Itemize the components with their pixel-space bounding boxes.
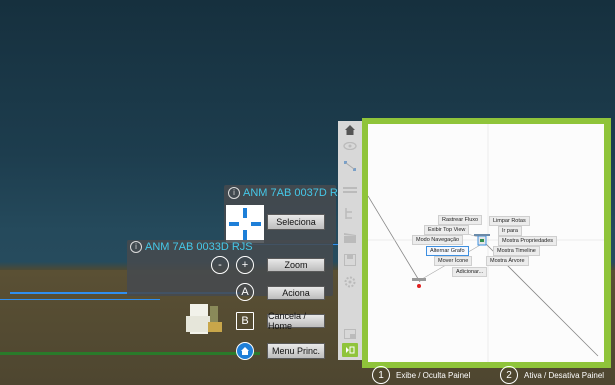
a-key-icon[interactable]: A [236, 283, 254, 301]
menu-item[interactable]: Ir para [498, 226, 522, 236]
list-icon[interactable] [342, 183, 358, 197]
toggle-panel-text: Exibe / Oculta Painel [396, 370, 471, 380]
zoom-label[interactable]: Zoom [267, 258, 325, 272]
activate-panel-text: Ativa / Desativa Painel [524, 370, 605, 380]
main-menu-button[interactable]: Menu Princ. [267, 343, 325, 359]
tree-icon[interactable] [342, 207, 358, 221]
b-key-icon[interactable]: B [236, 312, 254, 330]
home-icon[interactable] [236, 342, 254, 360]
eye-icon[interactable] [342, 139, 358, 153]
activate-panel-hint: 2 Ativa / Desativa Painel [500, 366, 604, 384]
gear-icon[interactable] [342, 275, 358, 289]
asset-title-text: ANM 7AB 0033D RJS [145, 241, 253, 253]
clapper-icon[interactable] [342, 231, 358, 245]
key-2-icon: 2 [500, 366, 518, 384]
aciona-button[interactable]: Aciona [267, 286, 325, 300]
select-button[interactable]: Seleciona [267, 214, 325, 230]
key-1-icon: 1 [372, 366, 390, 384]
subsea-equipment [186, 304, 222, 334]
menu-item[interactable]: Mover Ícone [434, 256, 473, 266]
home-tool-icon[interactable] [342, 123, 358, 137]
menu-item[interactable]: Exibir Top View [424, 225, 470, 235]
green-line [0, 352, 260, 355]
menu-item[interactable]: Modo Navegação [412, 235, 464, 245]
info-icon[interactable]: i [130, 241, 142, 254]
asset-title-top: i ANM 7AB 0037D RJS [228, 187, 351, 200]
menu-item[interactable]: Limpar Rotas [489, 216, 530, 226]
pipeline-line [0, 299, 160, 300]
cancel-home-button[interactable]: Cancela / Home [267, 311, 325, 331]
side-toolbar [338, 121, 362, 360]
info-icon[interactable]: i [228, 187, 240, 200]
asset-title-text: ANM 7AB 0037D RJS [243, 187, 351, 199]
3d-viewport[interactable]: i ANM 7AB 0037D RJS Seleciona i ANM 7AB 00… [0, 0, 615, 385]
menu-item[interactable]: Rastrear Fluxo [438, 215, 483, 225]
menu-item[interactable]: Mostra Árvore [486, 256, 529, 266]
panel-toggle-icon[interactable] [342, 343, 358, 357]
menu-item-selected[interactable]: Alternar Grafo [426, 246, 469, 256]
menu-item[interactable]: Mostra Timeline [493, 246, 540, 256]
panel-icon[interactable] [342, 327, 358, 341]
zoom-out-button[interactable]: - [211, 256, 229, 274]
asset-title-left: i ANM 7AB 0033D RJS [130, 241, 253, 254]
graph-canvas[interactable]: Rastrear Fluxo Limpar Rotas Exibir Top V… [368, 124, 604, 362]
save-icon[interactable] [342, 253, 358, 267]
zoom-in-button[interactable]: + [236, 256, 254, 274]
menu-item[interactable]: Adicionar... [452, 267, 488, 277]
graph-icon[interactable] [342, 159, 358, 173]
graph-lines [368, 124, 604, 362]
dpad-icon [226, 205, 264, 243]
menu-item[interactable]: Mostra Propriedades [498, 236, 558, 246]
toggle-panel-hint: 1 Exibe / Oculta Painel [372, 366, 470, 384]
